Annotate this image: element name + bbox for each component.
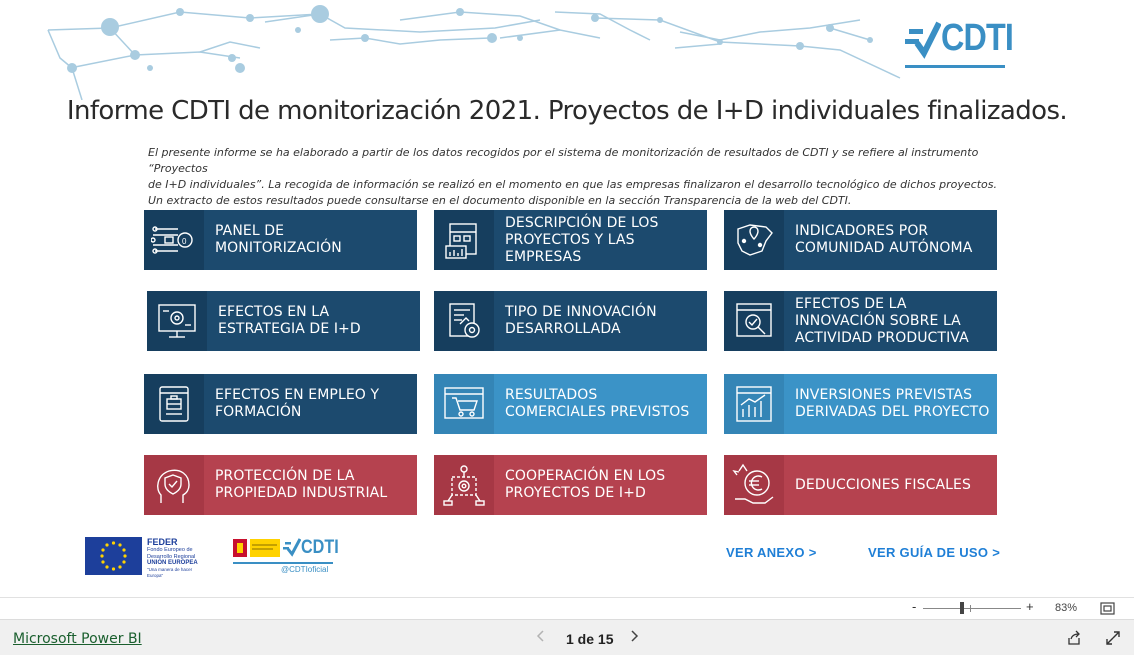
zoom-slider[interactable] — [923, 608, 1021, 609]
cdti-logo: CDTI — [905, 15, 1014, 70]
tile-resultados-comerciales[interactable]: RESULTADOS COMERCIALES PREVISTOS — [434, 374, 707, 434]
cdti-check-small-icon — [283, 538, 301, 557]
tile-label: EFECTOS DE LA INNOVACIÓN SOBRE LA ACTIVI… — [795, 295, 969, 346]
chevron-right-icon — [631, 630, 639, 642]
window-magnifier-icon — [724, 291, 784, 351]
building-chart-icon — [434, 210, 494, 270]
spain-gov-emblem-icon — [233, 539, 280, 557]
eu-feder-logo: FEDER Fondo Europeo de Desarrollo Region… — [85, 537, 210, 580]
chevron-left-icon — [536, 630, 544, 642]
browser-briefcase-icon — [144, 374, 204, 434]
share-icon — [1068, 630, 1080, 645]
gov-logo-underline — [233, 562, 333, 564]
zoom-slider-tick — [970, 605, 971, 612]
cdti-logo-text: CDTI — [941, 17, 1014, 59]
tile-efectos-estrategia[interactable]: EFECTOS EN LA ESTRATEGIA DE I+D — [147, 291, 420, 351]
fullscreen-button[interactable] — [1105, 630, 1121, 651]
gov-cdti-text: CDTI — [301, 537, 339, 558]
intro-text: El presente informe se ha elaborado a pa… — [148, 145, 998, 209]
powerbi-bottom-bar: Microsoft Power BI 1 de 15 — [0, 619, 1134, 655]
cdti-logo-underline — [905, 65, 1005, 68]
share-button[interactable] — [1066, 630, 1082, 651]
tile-proteccion-propiedad[interactable]: PROTECCIÓN DE LA PROPIEDAD INDUSTRIAL — [144, 455, 417, 515]
browser-cart-icon — [434, 374, 494, 434]
feder-label: FEDER — [147, 537, 178, 547]
page-indicator: 1 de 15 — [566, 631, 614, 647]
intro-line: de I+D individuales”. La recogida de inf… — [148, 178, 998, 191]
head-shield-icon — [144, 455, 204, 515]
intro-line: El presente informe se ha elaborado a pa… — [148, 146, 979, 175]
prev-page-button[interactable] — [536, 629, 546, 648]
tile-cooperacion-proyectos[interactable]: COOPERACIÓN EN LOS PROYECTOS DE I+D — [434, 455, 707, 515]
tile-label: PROTECCIÓN DE LA PROPIEDAD INDUSTRIAL — [215, 468, 388, 501]
cdti-check-icon — [905, 21, 941, 59]
zoom-slider-thumb[interactable] — [960, 602, 964, 614]
tile-label: TIPO DE INNOVACIÓN DESARROLLADA — [505, 304, 657, 337]
tile-label: COOPERACIÓN EN LOS PROYECTOS DE I+D — [505, 468, 666, 501]
circuit-brain-icon: 0 — [144, 210, 204, 270]
tile-efectos-innovacion[interactable]: EFECTOS DE LA INNOVACIÓN SOBRE LA ACTIVI… — [724, 291, 997, 351]
zoom-status-bar: - + 83% — [0, 597, 1134, 619]
zoom-level: 83% — [1055, 602, 1078, 614]
tile-label: INDICADORES POR COMUNIDAD AUTÓNOMA — [795, 223, 973, 256]
monitor-gear-icon — [147, 291, 207, 351]
tile-label: INVERSIONES PREVISTAS DERIVADAS DEL PROY… — [795, 387, 990, 420]
browser-chart-icon — [724, 374, 784, 434]
euro-hand-icon — [724, 455, 784, 515]
tile-deducciones-fiscales[interactable]: DEDUCCIONES FISCALES — [724, 455, 997, 515]
tile-label: PANEL DE MONITORIZACIÓN — [215, 223, 342, 256]
page-title: Informe CDTI de monitorización 2021. Pro… — [66, 96, 1068, 126]
tile-label: DEDUCCIONES FISCALES — [795, 476, 971, 493]
ver-anexo-link[interactable]: VER ANEXO > — [726, 545, 817, 560]
spain-map-icon — [724, 210, 784, 270]
powerbi-link[interactable]: Microsoft Power BI — [13, 631, 142, 647]
tile-label: DESCRIPCIÓN DE LOS PROYECTOS Y LAS EMPRE… — [505, 214, 659, 265]
tile-label: RESULTADOS COMERCIALES PREVISTOS — [505, 387, 690, 420]
eu-logo-text: FEDER Fondo Europeo de Desarrollo Region… — [147, 537, 209, 580]
gov-cdti-logo: CDTI @CDTIoficial — [233, 537, 339, 577]
tile-label: EFECTOS EN EMPLEO Y FORMACIÓN — [215, 387, 380, 420]
eu-motto: "Una manera de hacer Europa" — [147, 566, 193, 579]
document-gear-icon — [434, 291, 494, 351]
tile-indicadores-comunidad[interactable]: INDICADORES POR COMUNIDAD AUTÓNOMA — [724, 210, 997, 270]
fit-to-page-icon[interactable] — [1100, 602, 1115, 615]
tile-tipo-innovacion[interactable]: TIPO DE INNOVACIÓN DESARROLLADA — [434, 291, 707, 351]
tile-efectos-empleo[interactable]: EFECTOS EN EMPLEO Y FORMACIÓN — [144, 374, 417, 434]
eu-flag-icon — [85, 537, 142, 575]
network-gear-icon — [434, 455, 494, 515]
report-canvas: CDTI Informe CDTI de monitorización 2021… — [0, 0, 1134, 597]
cdti-handle: @CDTIoficial — [281, 565, 329, 574]
expand-icon — [1106, 631, 1120, 645]
tile-panel-monitorizacion[interactable]: 0 PANEL DE MONITORIZACIÓN — [144, 210, 417, 270]
intro-line: Un extracto de estos resultados puede co… — [148, 194, 852, 207]
ver-guia-link[interactable]: VER GUÍA DE USO > — [868, 545, 1000, 560]
tile-label: EFECTOS EN LA ESTRATEGIA DE I+D — [218, 304, 361, 337]
zoom-out-button[interactable]: - — [912, 599, 916, 614]
tile-descripcion-proyectos[interactable]: DESCRIPCIÓN DE LOS PROYECTOS Y LAS EMPRE… — [434, 210, 707, 270]
tile-inversiones-previstas[interactable]: INVERSIONES PREVISTAS DERIVADAS DEL PROY… — [724, 374, 997, 434]
next-page-button[interactable] — [629, 629, 639, 648]
svg-text:0: 0 — [182, 237, 187, 246]
zoom-in-button[interactable]: + — [1026, 599, 1034, 614]
